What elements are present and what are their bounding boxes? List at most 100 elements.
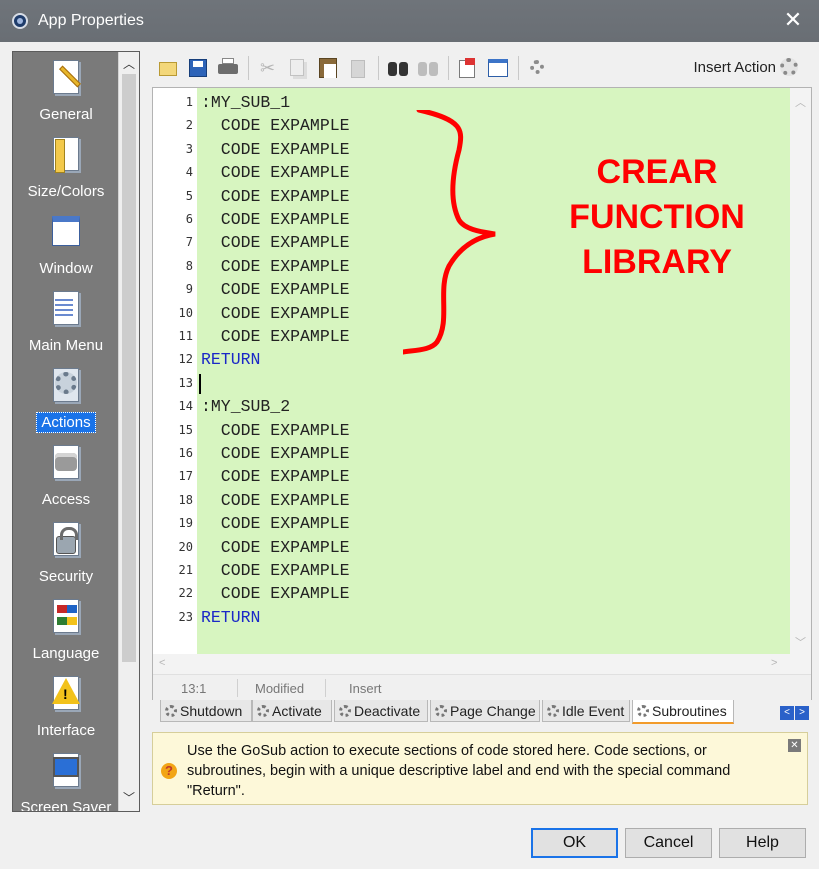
code-line[interactable]: CODE EXPAMPLE — [201, 114, 350, 137]
insert-action-button[interactable]: Insert Action — [693, 58, 798, 76]
edit-action-button[interactable] — [486, 56, 510, 80]
chevron-down-icon[interactable]: ﹀ — [795, 634, 806, 650]
sidebar-item-security[interactable]: Security — [13, 514, 119, 591]
chevron-right-icon[interactable]: > — [771, 657, 777, 669]
ruler-icon — [51, 137, 81, 177]
toolbar-separator — [248, 56, 249, 80]
chevron-left-icon[interactable]: < — [159, 657, 165, 669]
line-number: 9 — [185, 282, 193, 297]
title-bar: App Properties ✕ — [0, 0, 819, 42]
tab-page-change[interactable]: Page Change — [430, 700, 540, 722]
gear-icon — [339, 704, 351, 717]
delete-button[interactable] — [346, 56, 370, 80]
save-button[interactable] — [186, 56, 210, 80]
line-number: 4 — [185, 165, 193, 180]
line-number: 22 — [178, 586, 193, 601]
sidebar-item-general[interactable]: General — [13, 52, 119, 129]
editor-status-bar: 13:1 Modified Insert — [153, 674, 811, 700]
code-line[interactable]: CODE EXPAMPLE — [201, 302, 350, 325]
line-number: 20 — [178, 539, 193, 554]
annotation-line: LIBRARY — [582, 243, 732, 281]
sidebar-item-size-colors[interactable]: Size/Colors — [13, 129, 119, 206]
gears-icon — [51, 368, 81, 408]
sidebar-item-window[interactable]: Window — [13, 206, 119, 283]
tab-label: Activate — [272, 702, 322, 719]
code-line[interactable]: :MY_SUB_2 — [201, 395, 290, 418]
chevron-up-icon[interactable]: ︿ — [795, 94, 806, 110]
find-button[interactable] — [386, 56, 410, 80]
code-line[interactable]: CODE EXPAMPLE — [201, 582, 350, 605]
tab-activate[interactable]: Activate — [252, 700, 332, 722]
tab-deactivate[interactable]: Deactivate — [334, 700, 428, 722]
code-line[interactable]: CODE EXPAMPLE — [201, 231, 350, 254]
sidebar-item-actions[interactable]: Actions — [13, 360, 119, 437]
tab-label: Idle Event — [562, 702, 625, 719]
close-icon[interactable]: ✕ — [788, 739, 801, 752]
sidebar-item-access[interactable]: Access — [13, 437, 119, 514]
paste-button[interactable] — [316, 56, 340, 80]
tab-scroll-right-button[interactable]: > — [795, 706, 809, 720]
code-line[interactable]: CODE EXPAMPLE — [201, 161, 350, 184]
line-number: 17 — [178, 469, 193, 484]
code-area[interactable]: CREAR FUNCTION LIBRARY :MY_SUB_1 CODE EX… — [197, 88, 791, 654]
code-line[interactable]: CODE EXPAMPLE — [201, 442, 350, 465]
code-line[interactable]: CODE EXPAMPLE — [201, 208, 350, 231]
tab-subroutines[interactable]: Subroutines — [632, 700, 734, 724]
code-line[interactable]: CODE EXPAMPLE — [201, 536, 350, 559]
toolbar-separator — [518, 56, 519, 80]
ok-button[interactable]: OK — [531, 828, 618, 858]
sidebar-item-main-menu[interactable]: Main Menu — [13, 283, 119, 360]
cut-button[interactable]: ✂ — [256, 56, 280, 80]
code-line[interactable]: CODE EXPAMPLE — [201, 138, 350, 161]
tab-label: Subroutines — [652, 703, 727, 719]
code-line[interactable]: CODE EXPAMPLE — [201, 512, 350, 535]
annotation-brace — [403, 110, 496, 355]
replace-button[interactable] — [416, 56, 440, 80]
tab-idle-event[interactable]: Idle Event — [542, 700, 630, 722]
sidebar-item-screen-saver[interactable]: Screen Saver — [13, 745, 119, 811]
cancel-button[interactable]: Cancel — [625, 828, 712, 858]
scrollbar-thumb[interactable] — [122, 74, 136, 662]
window-icon — [51, 214, 81, 254]
settings-button[interactable] — [526, 56, 550, 80]
code-line[interactable]: CODE EXPAMPLE — [201, 489, 350, 512]
code-line[interactable]: CODE EXPAMPLE — [201, 465, 350, 488]
insert-label-button[interactable] — [456, 56, 480, 80]
help-icon: ? — [161, 763, 177, 779]
tab-scroll-left-button[interactable]: < — [780, 706, 794, 720]
app-icon — [12, 13, 28, 29]
line-number: 5 — [185, 188, 193, 203]
tab-label: Deactivate — [354, 702, 421, 719]
general-icon — [51, 60, 81, 100]
toolbar-separator — [448, 56, 449, 80]
code-line[interactable]: RETURN — [201, 348, 260, 371]
editor-horizontal-scrollbar[interactable]: < > — [153, 654, 811, 674]
sidebar-item-label: Actions — [36, 412, 96, 433]
code-line[interactable]: CODE EXPAMPLE — [201, 419, 350, 442]
code-line[interactable]: CODE EXPAMPLE — [201, 559, 350, 582]
sidebar-scrollbar[interactable]: ︿ ﹀ — [118, 52, 139, 811]
new-button[interactable] — [156, 56, 180, 80]
gear-icon — [547, 704, 559, 717]
print-button[interactable] — [216, 56, 240, 80]
chevron-down-icon[interactable]: ﹀ — [123, 792, 135, 804]
copy-button[interactable] — [286, 56, 310, 80]
close-button[interactable]: ✕ — [781, 9, 805, 33]
tab-shutdown[interactable]: Shutdown — [160, 700, 252, 722]
chevron-up-icon[interactable]: ︿ — [123, 58, 135, 70]
find-replace-icon — [418, 62, 438, 76]
line-number: 11 — [178, 329, 193, 343]
code-line[interactable]: :MY_SUB_1 — [201, 91, 290, 114]
code-line[interactable]: RETURN — [201, 606, 260, 629]
sidebar-item-interface[interactable]: ! Interface — [13, 668, 119, 745]
code-line[interactable]: CODE EXPAMPLE — [201, 325, 350, 348]
code-line[interactable]: CODE EXPAMPLE — [201, 278, 350, 301]
sidebar-item-language[interactable]: Language — [13, 591, 119, 668]
help-button[interactable]: Help — [719, 828, 806, 858]
line-number: 15 — [178, 422, 193, 437]
menu-icon — [51, 291, 81, 331]
code-line[interactable]: CODE EXPAMPLE — [201, 185, 350, 208]
editor-vertical-scrollbar[interactable]: ︿ ﹀ — [790, 88, 811, 654]
code-editor[interactable]: 1 2 3 4 5 6 7 8 9 10 11 12 13 14 15 16 17 18 19 20 21 22 23 CR… — [152, 87, 812, 700]
code-line[interactable]: CODE EXPAMPLE — [201, 255, 350, 278]
